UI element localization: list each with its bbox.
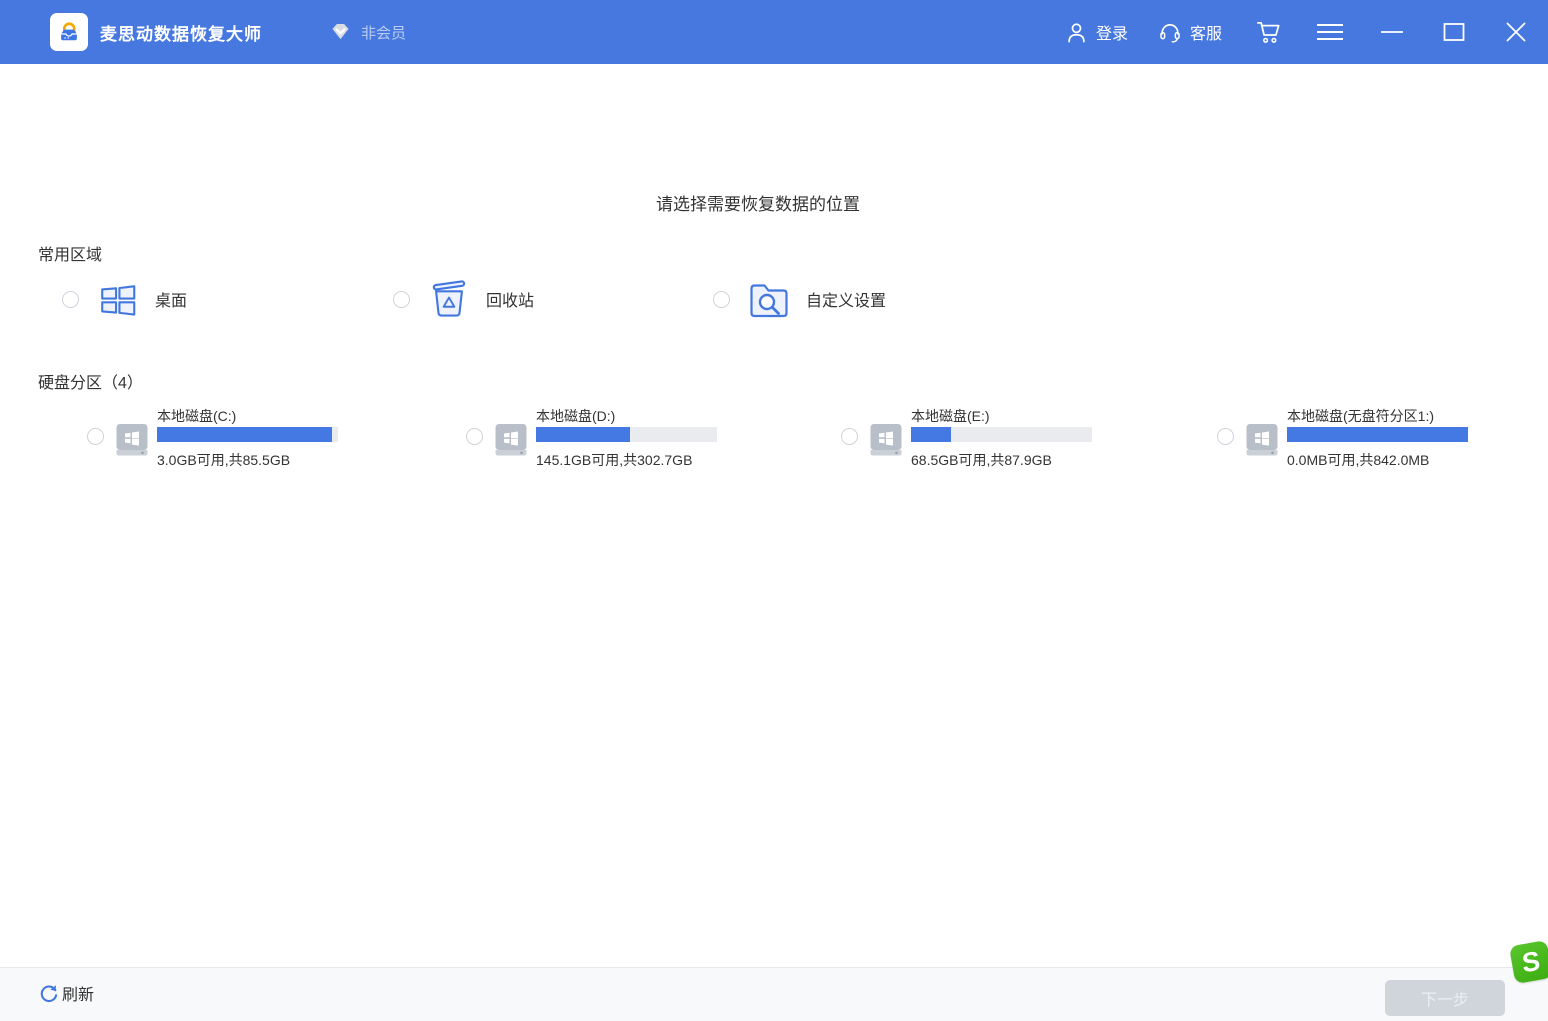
maximize-icon (1443, 21, 1465, 43)
app-logo-icon (54, 17, 84, 47)
ime-indicator-badge[interactable]: S (1509, 940, 1548, 984)
menu-button[interactable] (1314, 12, 1346, 52)
windows-desktop-icon (96, 275, 140, 323)
disk-usage-bar (157, 427, 338, 442)
hamburger-icon (1316, 21, 1344, 43)
disk-item-d[interactable]: 本地磁盘(D:) 145.1GB可用,共302.7GB (466, 404, 717, 470)
hard-disk-icon (494, 420, 528, 458)
ime-indicator-letter: S (1520, 945, 1541, 979)
disk-name: 本地磁盘(E:) (911, 407, 1092, 425)
disk-d-radio[interactable] (466, 428, 483, 445)
disk-c-radio[interactable] (87, 428, 104, 445)
app-title: 麦思动数据恢复大师 (100, 20, 262, 45)
recycle-bin-label: 回收站 (486, 287, 534, 311)
next-step-button[interactable]: 下一步 (1385, 980, 1505, 1016)
recycle-bin-radio[interactable] (393, 291, 410, 308)
disk-usage-bar (536, 427, 717, 442)
common-item-desktop[interactable]: 桌面 (62, 274, 187, 324)
refresh-button[interactable]: 刷新 (38, 981, 94, 1005)
cart-icon (1255, 19, 1282, 45)
desktop-radio[interactable] (62, 291, 79, 308)
footer-bar: 刷新 下一步 (0, 967, 1548, 1021)
hard-disk-icon (869, 420, 903, 458)
minimize-icon (1380, 20, 1404, 44)
disk-name: 本地磁盘(无盘符分区1:) (1287, 407, 1468, 425)
disk-noletter-radio[interactable] (1217, 428, 1234, 445)
close-button[interactable] (1500, 12, 1532, 52)
common-areas-section-label: 常用区域 (38, 241, 102, 265)
login-button[interactable]: 登录 (1065, 12, 1128, 52)
disk-usage-bar-fill (1287, 427, 1468, 442)
membership-label: 非会员 (361, 22, 406, 43)
disk-usage-bar-fill (536, 427, 630, 442)
hard-disk-icon (1245, 420, 1279, 458)
custom-settings-radio[interactable] (713, 291, 730, 308)
desktop-label: 桌面 (155, 287, 187, 311)
login-label: 登录 (1096, 20, 1128, 44)
support-label: 客服 (1190, 20, 1222, 44)
close-icon (1505, 21, 1527, 43)
membership-badge[interactable]: 非会员 (328, 21, 406, 43)
disk-capacity: 0.0MB可用,共842.0MB (1287, 450, 1468, 470)
disk-usage-bar (1287, 427, 1468, 442)
diamond-icon (328, 21, 353, 43)
user-icon (1065, 21, 1088, 44)
disk-capacity: 145.1GB可用,共302.7GB (536, 450, 717, 470)
hard-disk-icon (115, 420, 149, 458)
disk-name: 本地磁盘(C:) (157, 407, 338, 425)
disk-name: 本地磁盘(D:) (536, 407, 717, 425)
common-item-custom-settings[interactable]: 自定义设置 (713, 274, 886, 324)
disk-item-c[interactable]: 本地磁盘(C:) 3.0GB可用,共85.5GB (87, 404, 338, 470)
folder-search-icon (747, 275, 791, 323)
partitions-section-label: 硬盘分区（4） (38, 369, 143, 393)
disk-usage-bar-fill (157, 427, 332, 442)
disk-usage-bar (911, 427, 1092, 442)
app-logo (50, 13, 88, 51)
cart-button[interactable] (1252, 12, 1284, 52)
support-button[interactable]: 客服 (1158, 12, 1222, 52)
page-title: 请选择需要恢复数据的位置 (0, 190, 1516, 215)
disk-item-noletter[interactable]: 本地磁盘(无盘符分区1:) 0.0MB可用,共842.0MB (1217, 404, 1468, 470)
refresh-icon (38, 983, 59, 1004)
disk-capacity: 68.5GB可用,共87.9GB (911, 450, 1092, 470)
headset-icon (1158, 20, 1182, 44)
title-bar: 麦思动数据恢复大师 非会员 登录 客服 (0, 0, 1548, 64)
refresh-label: 刷新 (62, 981, 94, 1005)
main-content: 请选择需要恢复数据的位置 常用区域 桌面 回收站 (0, 64, 1548, 967)
recycle-bin-icon (427, 275, 471, 323)
disk-capacity: 3.0GB可用,共85.5GB (157, 450, 338, 470)
disk-e-radio[interactable] (841, 428, 858, 445)
maximize-button[interactable] (1438, 12, 1470, 52)
minimize-button[interactable] (1376, 12, 1408, 52)
disk-item-e[interactable]: 本地磁盘(E:) 68.5GB可用,共87.9GB (841, 404, 1092, 470)
disk-usage-bar-fill (911, 427, 951, 442)
common-item-recycle-bin[interactable]: 回收站 (393, 274, 534, 324)
custom-settings-label: 自定义设置 (806, 287, 886, 311)
